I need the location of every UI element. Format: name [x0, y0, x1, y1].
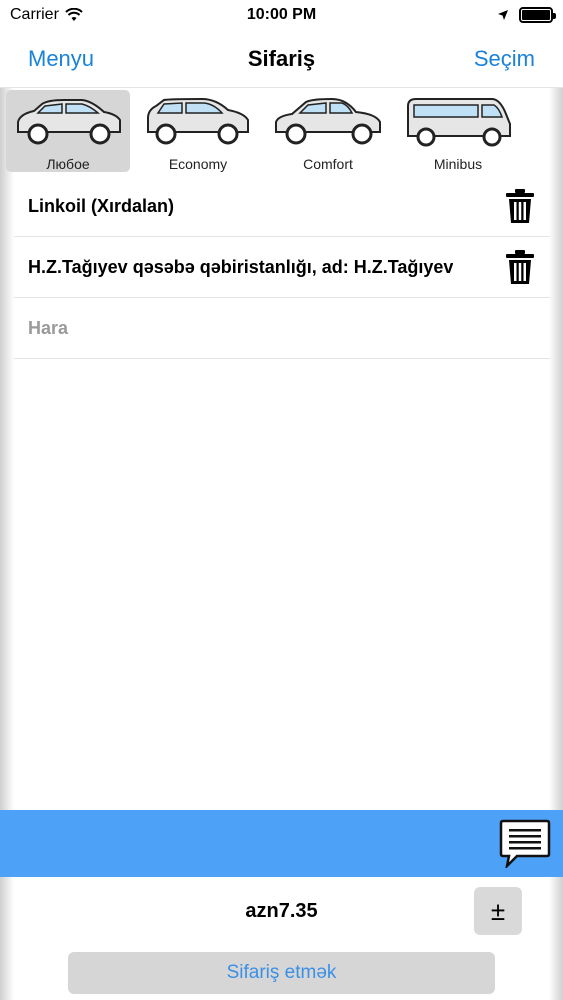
sedan-car-icon: [275, 97, 381, 145]
hatchback-car-icon: [147, 97, 249, 145]
navigation-bar: Menyu Sifariş Seçim: [0, 30, 563, 88]
order-button[interactable]: Sifariş etmək: [68, 952, 495, 994]
destination-placeholder[interactable]: Hara: [28, 318, 68, 339]
route-stop-text: H.Z.Tağıyev qəsəbə qəbiristanlığı, ad: H…: [28, 256, 454, 277]
car-type-minibus[interactable]: Minibus: [396, 90, 520, 172]
car-type-label: Comfort: [303, 156, 353, 172]
hatchback-car-icon: [17, 99, 121, 145]
car-type-economy[interactable]: Economy: [136, 90, 260, 172]
car-type-comfort[interactable]: Comfort: [266, 90, 390, 172]
car-type-label: Minibus: [433, 156, 483, 172]
status-left: Carrier: [10, 6, 83, 24]
status-time: 10:00 PM: [246, 6, 317, 23]
destination-input-row[interactable]: Hara: [14, 298, 550, 359]
car-type-any[interactable]: Любое: [6, 90, 130, 172]
car-type-label: Любое: [46, 156, 90, 172]
car-type-label: Economy: [168, 156, 228, 172]
price-adjust-button[interactable]: ±: [474, 887, 522, 935]
menu-button[interactable]: Menyu: [28, 46, 94, 72]
chat-bubble-icon[interactable]: [499, 818, 551, 868]
status-bar: Carrier 10:00 PM: [0, 0, 563, 30]
car-type-selector: Любое Economy Comfort Minibus: [0, 90, 563, 174]
minibus-icon: [407, 98, 511, 147]
wifi-icon: [65, 8, 83, 21]
route-stop-text: Linkoil (Xırdalan): [28, 195, 175, 216]
location-arrow-icon: [498, 10, 508, 20]
route-stop-row[interactable]: Linkoil (Xırdalan): [14, 176, 550, 237]
options-button[interactable]: Seçim: [474, 46, 535, 72]
trash-icon[interactable]: [504, 249, 536, 285]
carrier-label: Carrier: [10, 6, 59, 23]
route-stop-row[interactable]: H.Z.Tağıyev qəsəbə qəbiristanlığı, ad: H…: [14, 237, 550, 298]
trash-icon[interactable]: [504, 188, 536, 224]
status-right: [497, 7, 556, 23]
route-list: Linkoil (Xırdalan) H.Z.Tağıyev qəsəbə qə…: [14, 176, 550, 359]
battery-icon: [519, 7, 556, 23]
blue-action-band: [0, 810, 563, 877]
battery-fill: [522, 10, 550, 20]
